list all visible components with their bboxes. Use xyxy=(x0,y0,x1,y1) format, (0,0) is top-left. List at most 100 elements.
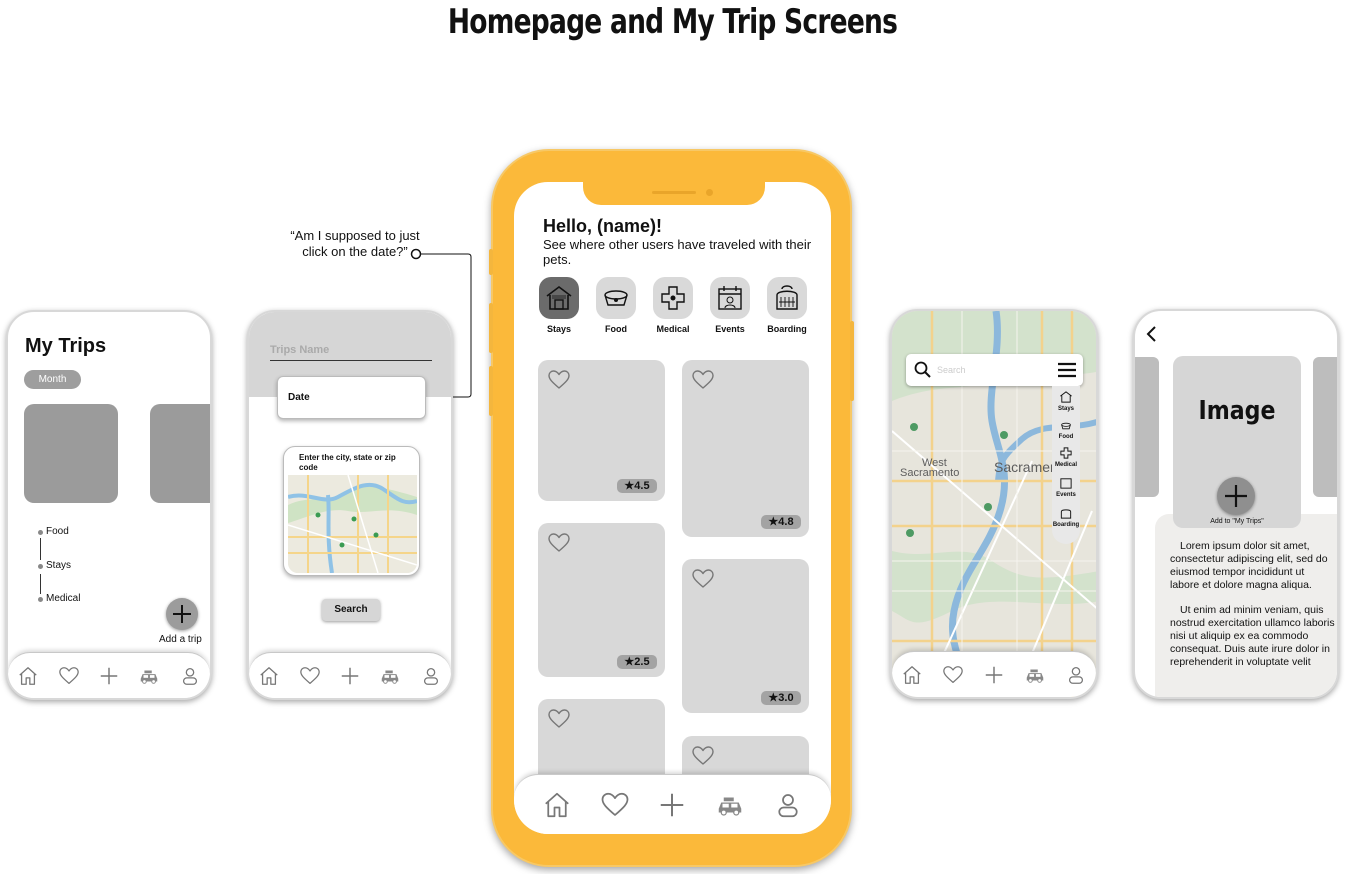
category-label: Boarding xyxy=(767,324,807,334)
carousel-next-card[interactable] xyxy=(1313,357,1337,497)
heart-icon[interactable] xyxy=(299,665,321,687)
pet-carrier-icon xyxy=(776,285,798,310)
timeline-connector xyxy=(40,538,41,560)
listing-card[interactable]: ★4.8 xyxy=(682,360,809,537)
add-to-my-trips-button[interactable] xyxy=(1217,477,1255,515)
location-card[interactable]: Enter the city, state or zip code xyxy=(283,446,420,576)
favorite-heart-icon[interactable] xyxy=(690,744,716,768)
category-label: Medical xyxy=(656,324,690,334)
timeline-label: Food xyxy=(46,526,69,537)
map-screen: West Sacramento Sacramento Search Stays … xyxy=(890,309,1098,699)
tab-bar xyxy=(514,774,831,834)
favorite-heart-icon[interactable] xyxy=(546,707,572,731)
house-icon xyxy=(546,286,572,310)
add-trip-button[interactable] xyxy=(166,598,198,630)
home-icon[interactable] xyxy=(17,665,39,687)
car-icon[interactable] xyxy=(1024,664,1046,686)
rating-badge: ★3.0 xyxy=(761,691,801,705)
timeline-label: Stays xyxy=(46,560,72,571)
plus-icon xyxy=(173,605,191,623)
tab-bar xyxy=(249,652,451,698)
listing-card[interactable]: ★2.5 xyxy=(538,523,665,677)
category-boarding[interactable]: Boarding xyxy=(767,277,807,334)
favorite-heart-icon[interactable] xyxy=(546,368,572,392)
map-category-stays[interactable]: Stays xyxy=(1052,390,1080,412)
map-category-boarding[interactable]: Boarding xyxy=(1052,506,1080,528)
heart-icon[interactable] xyxy=(942,664,964,686)
car-icon[interactable] xyxy=(138,665,160,687)
heart-icon[interactable] xyxy=(600,790,630,820)
trip-name-input[interactable]: Trips Name xyxy=(270,344,432,361)
timeline-item-medical[interactable]: Medical xyxy=(38,593,80,604)
add-trip-label: Add a trip xyxy=(159,634,202,645)
medical-cross-icon xyxy=(661,286,685,310)
map-image xyxy=(288,475,417,573)
plus-icon[interactable] xyxy=(983,664,1005,686)
favorite-heart-icon[interactable] xyxy=(690,567,716,591)
category-label: Events xyxy=(715,324,745,334)
side-button xyxy=(489,249,493,275)
timeline-label: Medical xyxy=(46,593,81,604)
my-trips-title: My Trips xyxy=(25,335,107,357)
search-button[interactable]: Search xyxy=(322,599,380,621)
description-paragraph: Ut enim ad minim veniam, quis nostrud ex… xyxy=(1170,604,1335,668)
pet-bowl-icon xyxy=(1061,422,1071,430)
favorite-heart-icon[interactable] xyxy=(546,531,572,555)
add-to-my-trips-label: Add to "My Trips" xyxy=(1210,518,1264,525)
profile-icon[interactable] xyxy=(179,665,201,687)
location-hint: Enter the city, state or zip code xyxy=(299,453,396,472)
side-button xyxy=(850,321,854,401)
category-stays[interactable]: Stays xyxy=(539,277,579,334)
greeting-subtitle: See where other users have traveled with… xyxy=(543,237,812,267)
profile-icon[interactable] xyxy=(1065,664,1087,686)
map-category-medical[interactable]: Medical xyxy=(1052,446,1080,468)
back-arrow-icon[interactable] xyxy=(1145,325,1159,343)
timeline-item-stays[interactable]: Stays xyxy=(38,560,71,571)
plus-icon[interactable] xyxy=(98,665,120,687)
date-field[interactable]: Date xyxy=(277,376,426,419)
detail-body: Lorem ipsum dolor sit amet, consectetur … xyxy=(1155,514,1337,697)
trip-card[interactable] xyxy=(24,404,118,503)
car-icon[interactable] xyxy=(379,665,401,687)
menu-icon[interactable] xyxy=(1057,362,1077,378)
medical-cross-icon xyxy=(1060,447,1072,459)
month-filter-button[interactable]: Month xyxy=(24,370,81,389)
listing-card[interactable]: ★4.5 xyxy=(538,360,665,501)
plus-icon[interactable] xyxy=(339,665,361,687)
trip-card[interactable] xyxy=(150,404,210,503)
house-icon xyxy=(1060,391,1072,403)
category-medical[interactable]: Medical xyxy=(653,277,693,334)
main-phone-frame: Hello, (name)! See where other users hav… xyxy=(489,149,854,867)
greeting: Hello, (name)! xyxy=(543,216,663,236)
map-label: Sacramento xyxy=(900,467,960,479)
notch xyxy=(583,182,765,205)
profile-icon[interactable] xyxy=(773,790,803,820)
timeline-item-food[interactable]: Food xyxy=(38,526,69,537)
plus-icon[interactable] xyxy=(657,790,687,820)
home-icon[interactable] xyxy=(901,664,923,686)
category-events[interactable]: Events xyxy=(710,277,750,334)
page-title: Homepage and My Trip Screens xyxy=(447,2,898,42)
side-button xyxy=(489,366,493,416)
profile-icon[interactable] xyxy=(420,665,442,687)
favorite-heart-icon[interactable] xyxy=(690,368,716,392)
map-category-events[interactable]: Events xyxy=(1052,476,1080,498)
plus-icon xyxy=(1225,485,1247,507)
car-icon[interactable] xyxy=(715,790,745,820)
home-icon[interactable] xyxy=(542,790,572,820)
mini-map[interactable] xyxy=(288,475,417,573)
my-trips-screen: My Trips Month Food Stays Medical Add a … xyxy=(6,310,212,700)
carousel-prev-card[interactable] xyxy=(1135,357,1159,497)
category-food[interactable]: Food xyxy=(596,277,636,334)
category-label: Food xyxy=(605,324,627,334)
heart-icon[interactable] xyxy=(58,665,80,687)
tab-bar xyxy=(892,651,1096,697)
listing-card[interactable]: ★3.0 xyxy=(682,559,809,713)
home-icon[interactable] xyxy=(258,665,280,687)
map-search-bar[interactable]: Search xyxy=(906,354,1083,386)
map-category-food[interactable]: Food xyxy=(1052,420,1080,440)
side-button xyxy=(489,303,493,353)
category-rail: Stays Food Medical Events Boarding xyxy=(1052,386,1080,544)
pet-bowl-icon xyxy=(604,290,628,306)
hero-image: Image Add to "My Trips" xyxy=(1173,356,1301,528)
